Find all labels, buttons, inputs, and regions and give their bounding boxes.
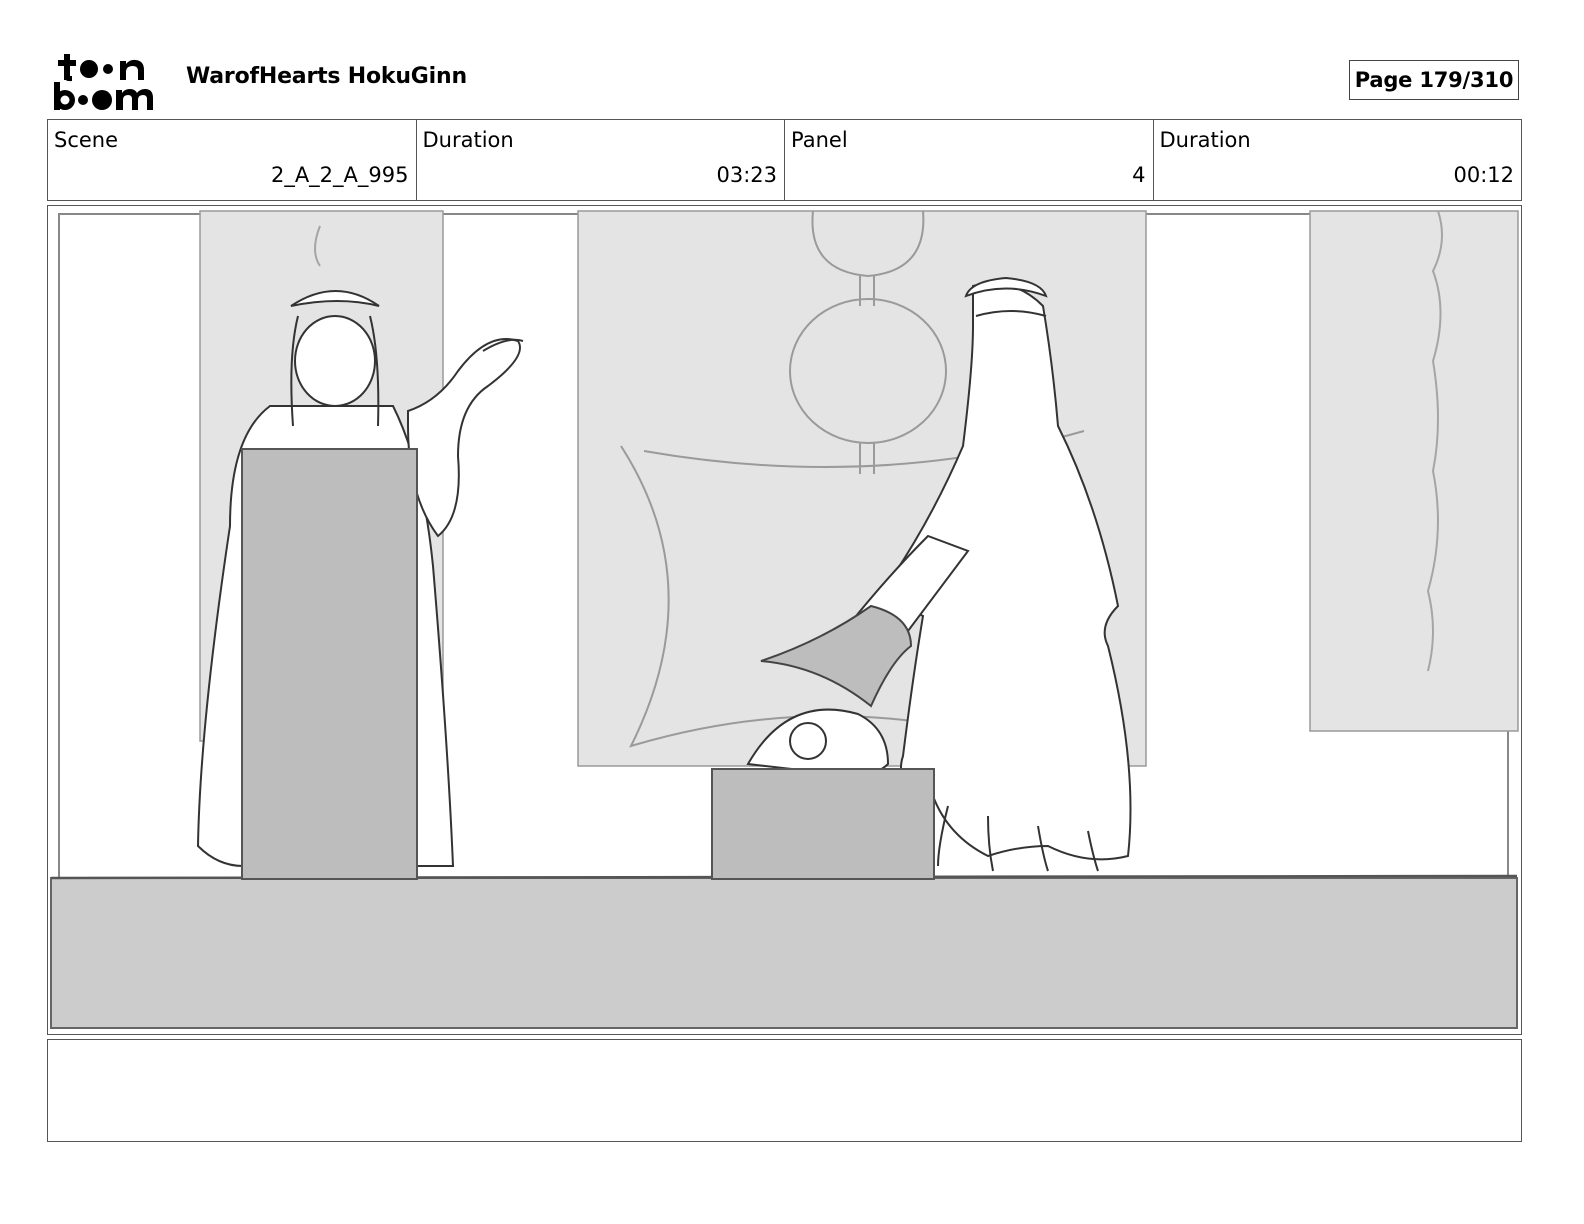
scene-value: 2_A_2_A_995 [270, 163, 409, 187]
info-table: Scene 2_A_2_A_995 Duration 03:23 Panel 4… [47, 119, 1522, 201]
panel-cell: Panel 4 [784, 120, 1153, 200]
page-indicator: Page 179/310 [1349, 60, 1519, 100]
panel-label: Panel [791, 128, 848, 152]
storyboard-panel [47, 205, 1522, 1035]
panel-sketch [50, 210, 1519, 1029]
page-indicator-text: Page 179/310 [1354, 68, 1514, 92]
project-title: WarofHearts HokuGinn [186, 64, 467, 89]
notes-box [47, 1039, 1522, 1142]
panel-duration-label: Duration [1159, 128, 1251, 152]
left-podium [241, 448, 418, 880]
scene-duration-label: Duration [422, 128, 514, 152]
panel-duration-value: 00:12 [1453, 163, 1514, 187]
panel-value: 4 [1132, 163, 1146, 187]
scene-cell: Scene 2_A_2_A_995 [48, 120, 416, 200]
stage-floor [50, 877, 1518, 1029]
toonboom-logo [52, 50, 164, 112]
scene-duration-cell: Duration 03:23 [415, 120, 785, 200]
scene-duration-value: 03:23 [716, 163, 777, 187]
block [711, 768, 935, 880]
panel-duration-cell: Duration 00:12 [1152, 120, 1522, 200]
scene-label: Scene [54, 128, 119, 152]
right-banner [1309, 210, 1519, 732]
